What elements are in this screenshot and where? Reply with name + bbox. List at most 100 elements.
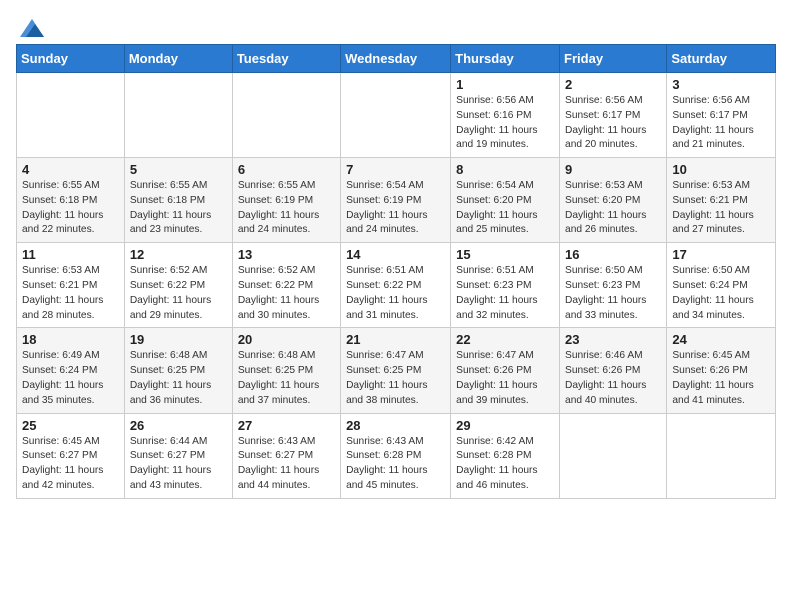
calendar-header-tuesday: Tuesday bbox=[232, 45, 340, 73]
calendar-cell: 1 Sunrise: 6:56 AMSunset: 6:16 PMDayligh… bbox=[451, 73, 560, 158]
logo bbox=[16, 16, 44, 32]
calendar-cell: 5 Sunrise: 6:55 AMSunset: 6:18 PMDayligh… bbox=[124, 158, 232, 243]
calendar-header-monday: Monday bbox=[124, 45, 232, 73]
day-info: Sunrise: 6:43 AMSunset: 6:28 PMDaylight:… bbox=[346, 436, 427, 491]
calendar-cell: 23 Sunrise: 6:46 AMSunset: 6:26 PMDaylig… bbox=[560, 328, 667, 413]
day-info: Sunrise: 6:52 AMSunset: 6:22 PMDaylight:… bbox=[130, 265, 211, 320]
day-info: Sunrise: 6:52 AMSunset: 6:22 PMDaylight:… bbox=[238, 265, 319, 320]
calendar-week-2: 4 Sunrise: 6:55 AMSunset: 6:18 PMDayligh… bbox=[17, 158, 776, 243]
day-info: Sunrise: 6:50 AMSunset: 6:24 PMDaylight:… bbox=[672, 265, 753, 320]
calendar-cell bbox=[232, 73, 340, 158]
calendar-cell: 16 Sunrise: 6:50 AMSunset: 6:23 PMDaylig… bbox=[560, 243, 667, 328]
calendar-week-5: 25 Sunrise: 6:45 AMSunset: 6:27 PMDaylig… bbox=[17, 413, 776, 498]
calendar-cell: 3 Sunrise: 6:56 AMSunset: 6:17 PMDayligh… bbox=[667, 73, 776, 158]
day-info: Sunrise: 6:48 AMSunset: 6:25 PMDaylight:… bbox=[238, 350, 319, 405]
day-number: 13 bbox=[238, 247, 335, 262]
calendar-cell: 17 Sunrise: 6:50 AMSunset: 6:24 PMDaylig… bbox=[667, 243, 776, 328]
day-info: Sunrise: 6:45 AMSunset: 6:26 PMDaylight:… bbox=[672, 350, 753, 405]
day-number: 2 bbox=[565, 77, 661, 92]
calendar-cell: 10 Sunrise: 6:53 AMSunset: 6:21 PMDaylig… bbox=[667, 158, 776, 243]
calendar-cell: 15 Sunrise: 6:51 AMSunset: 6:23 PMDaylig… bbox=[451, 243, 560, 328]
calendar-cell: 9 Sunrise: 6:53 AMSunset: 6:20 PMDayligh… bbox=[560, 158, 667, 243]
calendar-header-wednesday: Wednesday bbox=[341, 45, 451, 73]
calendar-cell: 12 Sunrise: 6:52 AMSunset: 6:22 PMDaylig… bbox=[124, 243, 232, 328]
calendar-cell: 13 Sunrise: 6:52 AMSunset: 6:22 PMDaylig… bbox=[232, 243, 340, 328]
day-number: 21 bbox=[346, 332, 445, 347]
day-info: Sunrise: 6:44 AMSunset: 6:27 PMDaylight:… bbox=[130, 436, 211, 491]
day-info: Sunrise: 6:50 AMSunset: 6:23 PMDaylight:… bbox=[565, 265, 646, 320]
day-number: 3 bbox=[672, 77, 770, 92]
day-number: 26 bbox=[130, 418, 227, 433]
calendar-cell: 2 Sunrise: 6:56 AMSunset: 6:17 PMDayligh… bbox=[560, 73, 667, 158]
day-number: 28 bbox=[346, 418, 445, 433]
day-number: 25 bbox=[22, 418, 119, 433]
day-number: 5 bbox=[130, 162, 227, 177]
day-info: Sunrise: 6:55 AMSunset: 6:18 PMDaylight:… bbox=[22, 180, 103, 235]
calendar-cell: 11 Sunrise: 6:53 AMSunset: 6:21 PMDaylig… bbox=[17, 243, 125, 328]
day-info: Sunrise: 6:56 AMSunset: 6:16 PMDaylight:… bbox=[456, 95, 537, 150]
calendar-cell: 8 Sunrise: 6:54 AMSunset: 6:20 PMDayligh… bbox=[451, 158, 560, 243]
calendar-cell: 4 Sunrise: 6:55 AMSunset: 6:18 PMDayligh… bbox=[17, 158, 125, 243]
day-info: Sunrise: 6:53 AMSunset: 6:20 PMDaylight:… bbox=[565, 180, 646, 235]
calendar-cell: 24 Sunrise: 6:45 AMSunset: 6:26 PMDaylig… bbox=[667, 328, 776, 413]
calendar-week-4: 18 Sunrise: 6:49 AMSunset: 6:24 PMDaylig… bbox=[17, 328, 776, 413]
calendar-cell: 29 Sunrise: 6:42 AMSunset: 6:28 PMDaylig… bbox=[451, 413, 560, 498]
calendar-cell: 7 Sunrise: 6:54 AMSunset: 6:19 PMDayligh… bbox=[341, 158, 451, 243]
day-number: 1 bbox=[456, 77, 554, 92]
calendar-header-sunday: Sunday bbox=[17, 45, 125, 73]
day-info: Sunrise: 6:51 AMSunset: 6:22 PMDaylight:… bbox=[346, 265, 427, 320]
day-info: Sunrise: 6:48 AMSunset: 6:25 PMDaylight:… bbox=[130, 350, 211, 405]
calendar-header-thursday: Thursday bbox=[451, 45, 560, 73]
day-number: 6 bbox=[238, 162, 335, 177]
day-number: 14 bbox=[346, 247, 445, 262]
page-header bbox=[16, 16, 776, 32]
calendar-cell: 21 Sunrise: 6:47 AMSunset: 6:25 PMDaylig… bbox=[341, 328, 451, 413]
calendar-cell: 19 Sunrise: 6:48 AMSunset: 6:25 PMDaylig… bbox=[124, 328, 232, 413]
day-info: Sunrise: 6:56 AMSunset: 6:17 PMDaylight:… bbox=[565, 95, 646, 150]
day-info: Sunrise: 6:54 AMSunset: 6:20 PMDaylight:… bbox=[456, 180, 537, 235]
calendar-cell: 27 Sunrise: 6:43 AMSunset: 6:27 PMDaylig… bbox=[232, 413, 340, 498]
day-number: 16 bbox=[565, 247, 661, 262]
day-info: Sunrise: 6:47 AMSunset: 6:26 PMDaylight:… bbox=[456, 350, 537, 405]
day-info: Sunrise: 6:45 AMSunset: 6:27 PMDaylight:… bbox=[22, 436, 103, 491]
calendar-header-saturday: Saturday bbox=[667, 45, 776, 73]
calendar-cell: 18 Sunrise: 6:49 AMSunset: 6:24 PMDaylig… bbox=[17, 328, 125, 413]
day-info: Sunrise: 6:55 AMSunset: 6:19 PMDaylight:… bbox=[238, 180, 319, 235]
day-info: Sunrise: 6:47 AMSunset: 6:25 PMDaylight:… bbox=[346, 350, 427, 405]
day-info: Sunrise: 6:53 AMSunset: 6:21 PMDaylight:… bbox=[672, 180, 753, 235]
day-number: 9 bbox=[565, 162, 661, 177]
day-number: 20 bbox=[238, 332, 335, 347]
calendar-cell: 20 Sunrise: 6:48 AMSunset: 6:25 PMDaylig… bbox=[232, 328, 340, 413]
calendar-cell bbox=[560, 413, 667, 498]
calendar-cell: 25 Sunrise: 6:45 AMSunset: 6:27 PMDaylig… bbox=[17, 413, 125, 498]
calendar-cell bbox=[341, 73, 451, 158]
calendar-cell: 6 Sunrise: 6:55 AMSunset: 6:19 PMDayligh… bbox=[232, 158, 340, 243]
calendar-cell bbox=[667, 413, 776, 498]
day-number: 29 bbox=[456, 418, 554, 433]
day-number: 19 bbox=[130, 332, 227, 347]
day-number: 7 bbox=[346, 162, 445, 177]
calendar-week-3: 11 Sunrise: 6:53 AMSunset: 6:21 PMDaylig… bbox=[17, 243, 776, 328]
day-info: Sunrise: 6:56 AMSunset: 6:17 PMDaylight:… bbox=[672, 95, 753, 150]
calendar-cell: 26 Sunrise: 6:44 AMSunset: 6:27 PMDaylig… bbox=[124, 413, 232, 498]
day-number: 22 bbox=[456, 332, 554, 347]
day-info: Sunrise: 6:42 AMSunset: 6:28 PMDaylight:… bbox=[456, 436, 537, 491]
day-info: Sunrise: 6:46 AMSunset: 6:26 PMDaylight:… bbox=[565, 350, 646, 405]
day-number: 12 bbox=[130, 247, 227, 262]
calendar-cell bbox=[17, 73, 125, 158]
day-number: 17 bbox=[672, 247, 770, 262]
day-number: 4 bbox=[22, 162, 119, 177]
day-number: 23 bbox=[565, 332, 661, 347]
day-info: Sunrise: 6:54 AMSunset: 6:19 PMDaylight:… bbox=[346, 180, 427, 235]
logo-icon bbox=[20, 16, 44, 40]
day-number: 27 bbox=[238, 418, 335, 433]
day-number: 8 bbox=[456, 162, 554, 177]
calendar-week-1: 1 Sunrise: 6:56 AMSunset: 6:16 PMDayligh… bbox=[17, 73, 776, 158]
day-info: Sunrise: 6:49 AMSunset: 6:24 PMDaylight:… bbox=[22, 350, 103, 405]
day-number: 10 bbox=[672, 162, 770, 177]
day-number: 18 bbox=[22, 332, 119, 347]
calendar-table: SundayMondayTuesdayWednesdayThursdayFrid… bbox=[16, 44, 776, 499]
day-info: Sunrise: 6:55 AMSunset: 6:18 PMDaylight:… bbox=[130, 180, 211, 235]
calendar-header-friday: Friday bbox=[560, 45, 667, 73]
day-info: Sunrise: 6:43 AMSunset: 6:27 PMDaylight:… bbox=[238, 436, 319, 491]
